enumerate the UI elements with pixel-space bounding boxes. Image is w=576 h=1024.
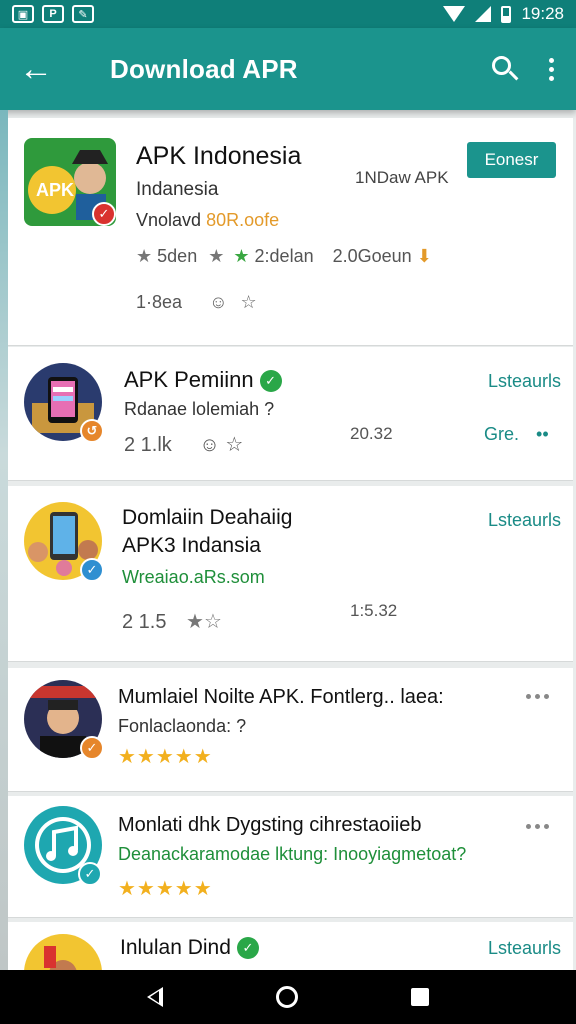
star-outline-icon: ★ [136, 246, 153, 266]
app-name-text: APK Pemiinn [124, 367, 254, 392]
svg-text:APK: APK [36, 180, 74, 200]
app-subtitle: Indanesia [136, 179, 219, 200]
verified-check-icon: ✓ [80, 736, 104, 760]
status-right: 19:28 [443, 4, 564, 24]
app-name: APK Pemiinn ✓ [124, 367, 282, 393]
reviews-row: 1·8ea ☺ ☆ [136, 292, 257, 313]
more-options-icon[interactable] [526, 824, 549, 829]
app-vendor: Vnolavd 80R.oofe [136, 210, 279, 231]
list-item[interactable]: ✓ Monlati dhk Dygsting cihrestaoiieb Dea… [8, 796, 573, 918]
verified-check-icon: ✓ [78, 862, 102, 886]
nav-recents-icon[interactable] [411, 988, 430, 1006]
rating-stars: ★★★★★ [118, 746, 213, 768]
nav-home-icon[interactable] [275, 986, 298, 1008]
green-star-icon: ★ [233, 246, 250, 266]
review-count: 1·8ea [136, 292, 183, 312]
rating-label-1: 5den [157, 246, 198, 266]
download-small-icon: ⬇ [416, 246, 432, 266]
ratings-row: ★ 5den ★ ★ 2:delan 2.0Goeun ⬇ [136, 246, 432, 267]
install-button[interactable]: Eonesr [467, 142, 556, 178]
system-nav-bar [0, 970, 576, 1024]
download-count: 2 1.lk [124, 434, 172, 456]
notification-icons: ▣ P ✎ [12, 5, 94, 23]
more-vert-icon[interactable] [549, 57, 554, 81]
update-date: 1:5.32 [350, 601, 398, 620]
app-name: APK Indonesia [136, 142, 302, 170]
gallery-icon: ▣ [12, 5, 34, 23]
wifi-icon [443, 6, 466, 22]
rating-stars-icon: ★☆ [186, 611, 222, 633]
meta-row: 2 1.5 ★☆ [122, 609, 222, 634]
latest-link[interactable]: Lsteaurls [488, 510, 561, 531]
app-name-line1: Domlaiin Deahaiig [122, 506, 293, 529]
page-title: Download APR [110, 53, 298, 84]
download-icon: P [42, 5, 64, 23]
more-options-icon[interactable] [526, 694, 549, 699]
app-bar-actions [491, 55, 554, 83]
more-link-text: Gre. [484, 424, 520, 444]
search-icon[interactable] [491, 55, 519, 83]
update-badge-icon: ↺ [80, 419, 104, 443]
edit-icon: ✎ [72, 5, 94, 23]
rating-stars: ★★★★★ [118, 878, 213, 900]
latest-link[interactable]: Lsteaurls [488, 371, 561, 392]
app-subtitle: Rdanae lolemiah ? [124, 399, 275, 419]
app-name: Mumlaiel Noilte APK. Fontlerg.. laea: [118, 686, 444, 708]
status-time: 19:28 [521, 4, 564, 23]
more-link[interactable]: Gre. •• [484, 424, 549, 445]
developer-name: 1NDaw APK [355, 168, 449, 187]
meta-row: 2 1.lk ☺ ☆ [124, 432, 243, 457]
verified-check-icon: ✓ [92, 202, 116, 226]
app-name-text: Inlulan Dind [120, 936, 231, 959]
app-name: Inlulan Dind ✓ [120, 936, 259, 960]
app-subtitle: Fonlaclaonda: ? [118, 716, 247, 736]
star-icon: ★ [208, 246, 225, 266]
app-subtitle: Deanackaramodae lktung: Inooyiagmetoat? [118, 844, 467, 864]
dots-icon: •• [536, 424, 549, 444]
status-bar: ▣ P ✎ 19:28 [0, 0, 576, 28]
verified-check-icon: ✓ [80, 558, 104, 582]
app-url[interactable]: Wreaiao.aRs.som [122, 567, 265, 588]
rating-label-3: 2.0Goeun [332, 246, 412, 266]
download-count: 2 1.5 [122, 611, 167, 633]
comment-icon: ☺ [209, 292, 228, 312]
edge-decoration [0, 110, 8, 970]
battery-icon [501, 5, 512, 23]
list-item[interactable]: ✓ Mumlaiel Noilte APK. Fontlerg.. laea: … [8, 668, 573, 792]
app-icon-partial [24, 934, 102, 970]
app-bar: ← Download APR [0, 28, 576, 110]
nav-back-icon[interactable] [146, 987, 163, 1007]
verified-icon: ✓ [236, 937, 259, 960]
app-list: APK ✓ APK Indonesia Indanesia Vnolavd 80… [8, 118, 573, 970]
list-item[interactable]: ✓ Domlaiin Deahaiig APK3 Indansia Wreaia… [8, 486, 573, 662]
verified-icon: ✓ [259, 370, 282, 393]
comment-icon: ☺ [199, 434, 220, 456]
latest-link[interactable]: Lsteaurls [488, 938, 561, 959]
back-arrow-icon[interactable]: ← [0, 50, 72, 89]
star-outline-icon: ☆ [225, 434, 244, 456]
update-date: 20.32 [350, 424, 393, 443]
star-outline-icon: ☆ [240, 292, 257, 312]
list-item[interactable]: Inlulan Dind ✓ Lsteaurls [8, 922, 573, 970]
list-item[interactable]: ↺ APK Pemiinn ✓ Rdanae lolemiah ? 2 1.lk … [8, 347, 573, 481]
vendor-highlight: 80R.oofe [206, 210, 280, 230]
signal-icon [475, 6, 492, 22]
app-name: Monlati dhk Dygsting cihrestaoiieb [118, 814, 422, 836]
vendor-prefix: Vnolavd [136, 210, 202, 230]
rating-label-2: 2:delan [254, 246, 314, 266]
list-item[interactable]: APK ✓ APK Indonesia Indanesia Vnolavd 80… [8, 118, 573, 346]
app-name-line2: APK3 Indansia [122, 534, 261, 557]
